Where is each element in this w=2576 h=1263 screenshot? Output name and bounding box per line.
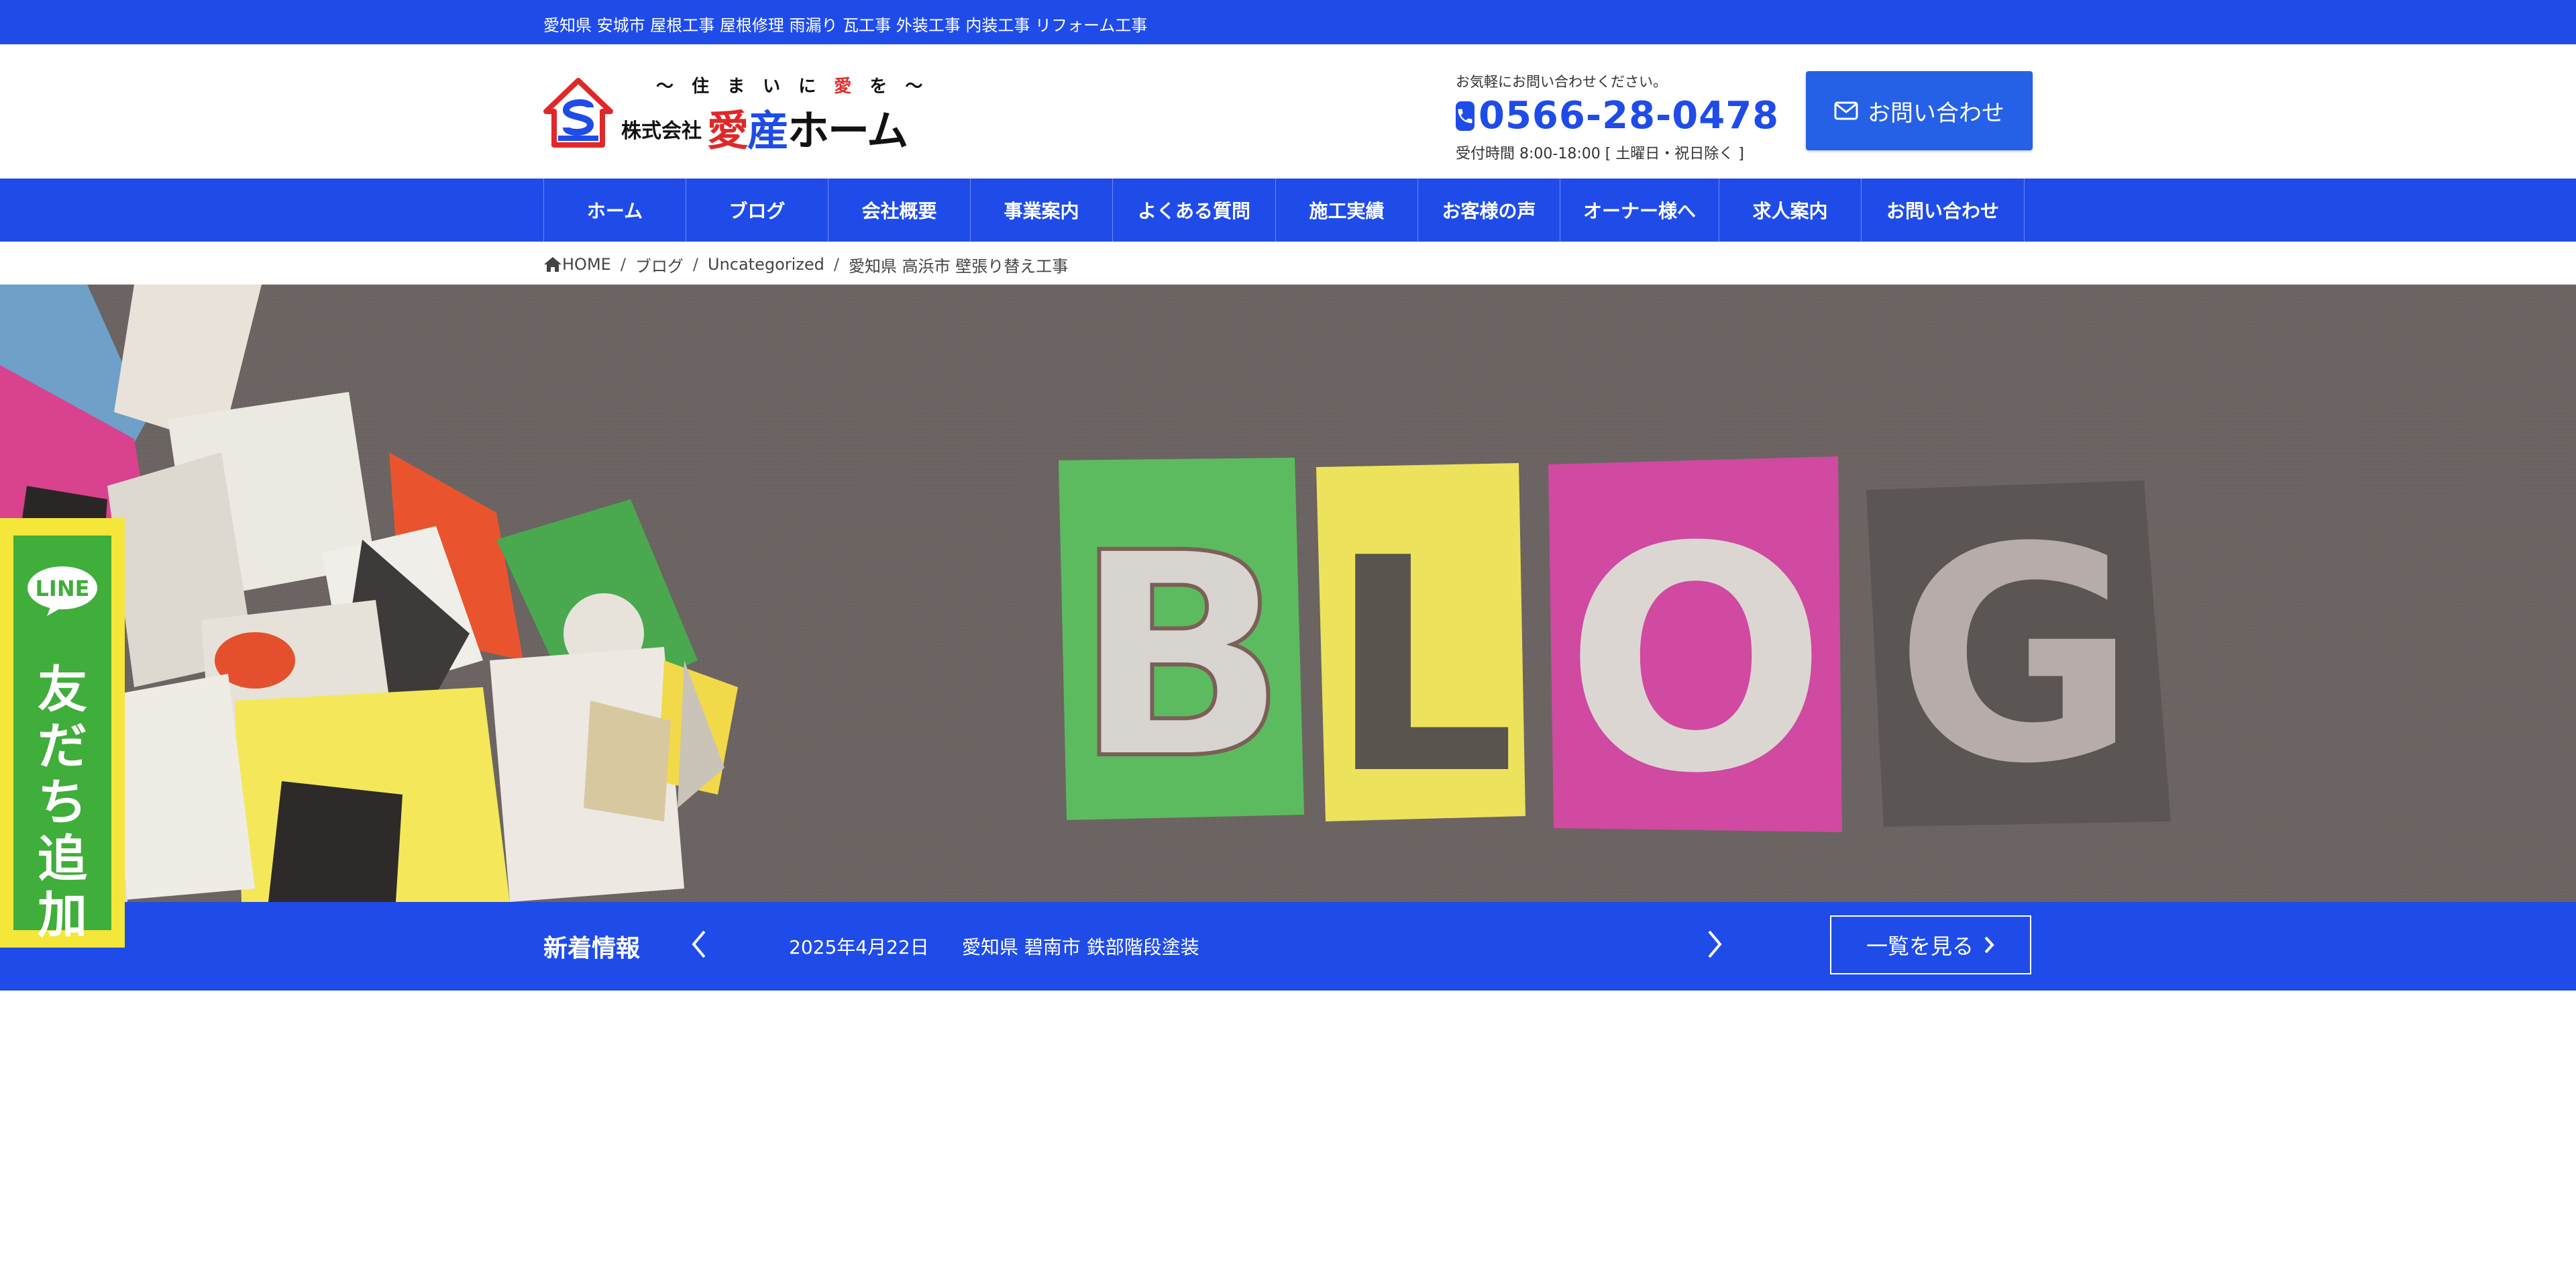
svg-text:G: G xyxy=(1894,485,2137,828)
news-title[interactable]: 愛知県 碧南市 鉄部階段塗装 xyxy=(962,933,1199,960)
breadcrumb: HOME / ブログ / Uncategorized / 愛知県 高浜市 壁張り… xyxy=(543,251,1068,278)
top-strip-text: 愛知県 安城市 屋根工事 屋根修理 雨漏り 瓦工事 外装工事 内装工事 リフォー… xyxy=(543,16,1148,35)
breadcrumb-blog[interactable]: ブログ xyxy=(635,253,684,276)
news-more-label: 一覧を見る xyxy=(1866,933,1974,959)
line-banner-inner: LINE 友だち追加 xyxy=(13,536,111,944)
breadcrumb-current: 愛知県 高浜市 壁張り替え工事 xyxy=(849,256,1069,276)
breadcrumb-home[interactable]: HOME xyxy=(562,255,611,274)
news-label: 新着情報 xyxy=(543,935,641,962)
nav-item-blog[interactable]: ブログ xyxy=(686,179,828,242)
nav-item-voices[interactable]: お客様の声 xyxy=(1418,179,1560,242)
hero-blog-illustration: B L O G xyxy=(0,285,2576,902)
business-hours: 受付時間 8:00-18:00 [ 土曜日・祝日除く ] xyxy=(1456,146,1744,162)
svg-text:B: B xyxy=(1073,493,1288,821)
nav-item-works[interactable]: 施工実績 xyxy=(1276,179,1418,242)
nav-item-recruit[interactable]: 求人案内 xyxy=(1719,179,1862,242)
phone-icon xyxy=(1456,101,1474,131)
nav-item-home[interactable]: ホーム xyxy=(544,179,686,242)
news-next-arrow-icon[interactable] xyxy=(1701,927,1728,961)
svg-text:O: O xyxy=(1564,482,1827,841)
logo-corp: 株式会社 xyxy=(621,119,702,143)
nav-item-contact[interactable]: お問い合わせ xyxy=(1862,179,2025,242)
contact-button-label: お問い合わせ xyxy=(1868,99,2004,127)
line-logo-icon: LINE xyxy=(28,566,97,616)
news-more-button[interactable]: 一覧を見る xyxy=(1830,915,2031,974)
breadcrumb-category[interactable]: Uncategorized xyxy=(708,255,824,274)
global-nav: ホーム ブログ 会社概要 事業案内 よくある質問 施工実績 お客様の声 オーナー… xyxy=(0,179,2576,242)
contact-note: お気軽にお問い合わせください。 xyxy=(1456,74,1667,90)
site-logo[interactable]: ～ 住 ま い に 愛 を ～ 株式会社 愛産ホーム xyxy=(543,70,922,155)
nav-item-company[interactable]: 会社概要 xyxy=(828,179,971,242)
top-strip: 愛知県 安城市 屋根工事 屋根修理 雨漏り 瓦工事 外装工事 内装工事 リフォー… xyxy=(0,0,2576,44)
logo-tagline: ～ 住 ま い に 愛 を ～ xyxy=(656,77,929,97)
site-header: ～ 住 ま い に 愛 を ～ 株式会社 愛産ホーム お気軽にお問い合わせくださ… xyxy=(0,44,2576,179)
nav-item-faq[interactable]: よくある質問 xyxy=(1113,179,1276,242)
phone-number: 0566-28-0478 xyxy=(1479,94,1780,138)
house-logo-icon xyxy=(543,78,613,148)
chevron-right-icon xyxy=(1984,936,1994,954)
line-banner-text: 友だち追加 xyxy=(38,661,87,944)
nav-item-services[interactable]: 事業案内 xyxy=(971,179,1113,242)
nav-item-owners[interactable]: オーナー様へ xyxy=(1560,179,1719,242)
breadcrumb-separator: / xyxy=(620,255,626,274)
contact-button[interactable]: お問い合わせ xyxy=(1806,71,2033,150)
news-date: 2025年4月22日 xyxy=(789,936,929,958)
svg-text:LINE: LINE xyxy=(36,576,90,601)
svg-text:L: L xyxy=(1328,495,1516,839)
news-prev-arrow-icon[interactable] xyxy=(686,927,712,961)
breadcrumb-separator: / xyxy=(692,255,698,274)
mail-icon xyxy=(1834,101,1858,120)
home-icon xyxy=(544,257,561,272)
breadcrumb-separator: / xyxy=(833,255,839,274)
line-add-friend-banner[interactable]: LINE 友だち追加 xyxy=(0,518,125,948)
hero-image: B L O G xyxy=(0,285,2576,902)
logo-brand: 愛産ホーム xyxy=(707,106,908,155)
news-bar: 新着情報 2025年4月22日 愛知県 碧南市 鉄部階段塗装 一覧を見る xyxy=(0,902,2576,991)
phone-link[interactable]: 0566-28-0478 xyxy=(1456,94,1778,138)
header-contact: お気軽にお問い合わせください。 0566-28-0478 受付時間 8:00-1… xyxy=(1456,71,1778,163)
